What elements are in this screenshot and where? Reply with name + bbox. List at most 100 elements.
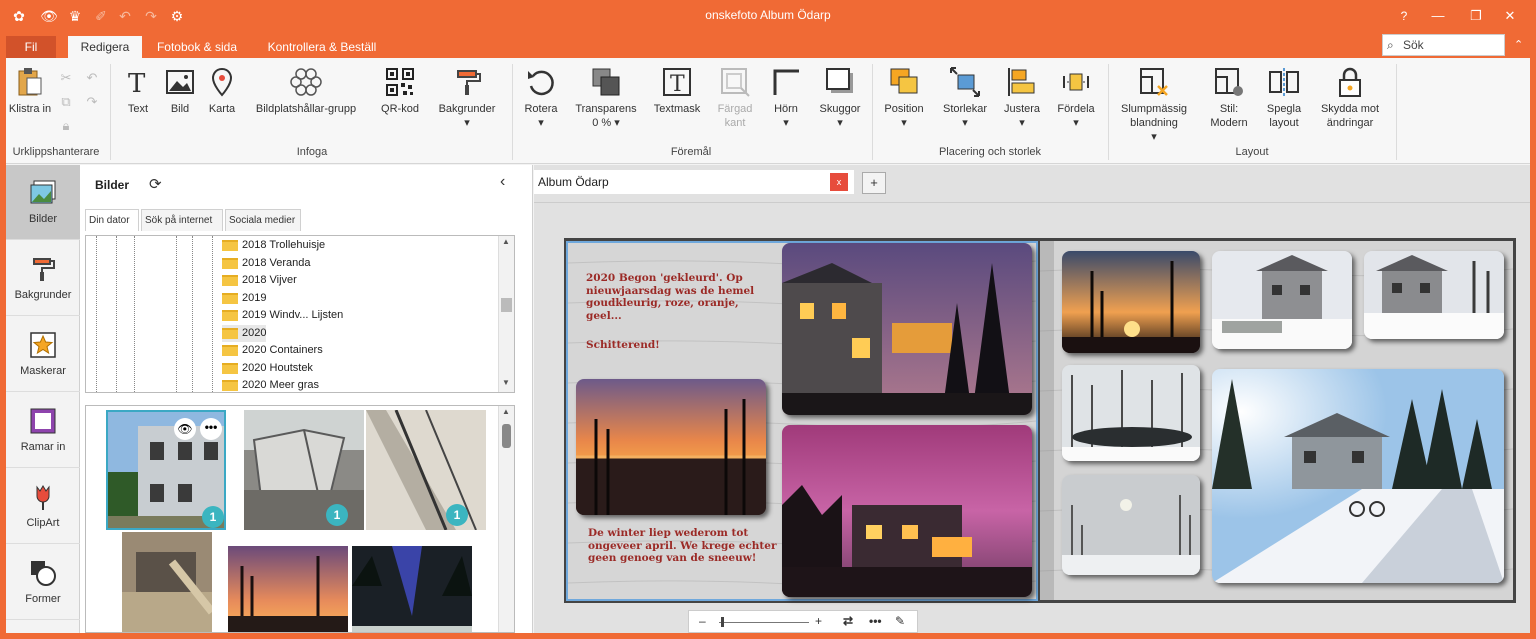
swap-pages-icon[interactable]: ⇄ xyxy=(843,614,853,628)
thumbnail-6[interactable] xyxy=(352,546,472,632)
refresh-icon[interactable]: ⟳ xyxy=(149,175,162,193)
page-text-top[interactable]: 2020 Begon 'gekleurd'. Op nieuwjaarsdag … xyxy=(586,272,766,322)
map-button[interactable]: Karta xyxy=(202,66,242,116)
rotate-dropdown-icon: ▾ xyxy=(538,117,544,129)
redo-small-icon[interactable]: ↷ xyxy=(84,94,100,110)
cut-icon[interactable]: ✂ xyxy=(58,70,74,86)
protect-button[interactable]: Skydda mot ändringar xyxy=(1312,66,1388,130)
tab-sok-pa-internet[interactable]: Sök på internet xyxy=(141,209,223,231)
text-mask-button[interactable]: T Textmask xyxy=(650,66,704,116)
thumbnail-1[interactable]: 👁 ••• 1 xyxy=(106,410,226,530)
close-window-icon[interactable]: ✕ xyxy=(1500,6,1520,26)
thumbnail-4[interactable] xyxy=(122,532,212,632)
position-button[interactable]: Position ▾ xyxy=(878,66,930,130)
help-icon[interactable]: ? xyxy=(1394,6,1414,26)
image-icon xyxy=(166,70,194,94)
nav-bakgrunder[interactable]: Bakgrunder xyxy=(6,241,80,316)
zoom-out-button[interactable]: – xyxy=(699,614,706,628)
rotate-button[interactable]: Rotera ▾ xyxy=(518,66,564,130)
folder-item[interactable]: 2019 xyxy=(222,290,266,307)
placeholder-group-button[interactable]: Bildplatshållar-grupp xyxy=(248,66,364,116)
add-document-button[interactable]: + xyxy=(862,172,886,194)
copy-icon[interactable]: ⧉ xyxy=(58,94,74,110)
thumbnail-5[interactable] xyxy=(228,546,348,632)
paste-button[interactable]: Klistra in xyxy=(8,66,52,116)
document-tab[interactable]: Album Ödarp xyxy=(534,170,854,194)
photo-house-dusk[interactable] xyxy=(782,425,1032,597)
align-button[interactable]: Justera ▾ xyxy=(998,66,1046,130)
more-icon[interactable]: ••• xyxy=(869,614,882,628)
tree-scroll-thumb[interactable] xyxy=(501,298,512,312)
photo-winter-sunset[interactable] xyxy=(1062,251,1200,353)
corners-label: Hörn xyxy=(774,103,798,115)
folder-item[interactable]: 2020 Containers xyxy=(222,342,323,359)
corners-button[interactable]: Hörn ▾ xyxy=(766,66,806,130)
minimize-icon[interactable]: — xyxy=(1428,6,1448,26)
nav-maskerar[interactable]: Maskerar xyxy=(6,317,80,392)
distribute-button[interactable]: Fördela ▾ xyxy=(1052,66,1100,130)
photo-winter-moon[interactable] xyxy=(1062,475,1200,575)
photo-snow-house-1[interactable] xyxy=(1212,251,1352,349)
restore-icon[interactable]: ❐ xyxy=(1466,6,1486,26)
backgrounds-button[interactable]: Bakgrunder ▾ xyxy=(432,66,502,130)
right-page[interactable] xyxy=(1040,241,1513,600)
nav-clipart[interactable]: ClipArt xyxy=(6,469,80,544)
page-text-bottom[interactable]: De winter liep wederom tot ongeveer apri… xyxy=(588,527,778,565)
folder-item[interactable]: 2020 Meer gras xyxy=(222,377,319,392)
colored-edge-label: Färgad kant xyxy=(717,103,753,129)
tab-fil[interactable]: Fil xyxy=(6,36,56,58)
nav-former[interactable]: Former xyxy=(6,545,80,620)
zoom-slider-track[interactable] xyxy=(719,622,809,623)
folder-item[interactable]: 2018 Vijver xyxy=(222,272,297,289)
tab-kontrollera-bestall[interactable]: Kontrollera & Beställ xyxy=(252,36,392,58)
preview-eye-icon[interactable]: 👁 xyxy=(174,418,196,440)
nav-ramar-in[interactable]: Ramar in xyxy=(6,393,80,468)
qr-code-button[interactable]: QR-kod xyxy=(376,66,424,116)
transparency-button[interactable]: Transparens 0 % ▾ xyxy=(572,66,640,130)
zoom-slider-thumb[interactable] xyxy=(721,617,724,627)
lock-small-icon[interactable]: 🔒︎ xyxy=(58,118,74,134)
undo-small-icon[interactable]: ↶ xyxy=(84,70,100,86)
close-document-button[interactable]: x xyxy=(830,173,848,191)
tab-din-dator[interactable]: Din dator xyxy=(85,209,139,231)
thumbnail-3[interactable]: 1 xyxy=(366,410,486,530)
search-box[interactable]: ⌕ Sök xyxy=(1382,34,1505,56)
page-text-top-2[interactable]: Schitterend! xyxy=(586,339,766,352)
tab-redigera[interactable]: Redigera xyxy=(68,36,142,58)
photo-house-evening[interactable] xyxy=(782,243,1032,415)
photo-snowy-pond[interactable] xyxy=(1062,365,1200,461)
thumbnail-scrollbar[interactable]: ▲ xyxy=(498,406,514,632)
folder-item[interactable]: 2020 Houtstek xyxy=(222,360,313,377)
shadows-button[interactable]: Skuggor ▾ xyxy=(812,66,868,130)
style-layout-icon xyxy=(1215,68,1243,96)
pin-icon[interactable]: ✎ xyxy=(895,614,905,628)
text-button[interactable]: T Text xyxy=(118,66,158,116)
sizes-button[interactable]: Storlekar ▾ xyxy=(938,66,992,130)
tree-scrollbar[interactable]: ▲ ▼ xyxy=(498,236,514,392)
collapse-panel-icon[interactable]: ‹ xyxy=(500,173,505,191)
thumbnail-2[interactable]: 1 xyxy=(244,410,364,530)
folder-item[interactable]: 2019 Windv... Lijsten xyxy=(222,307,343,324)
ribbon-collapse-icon[interactable]: ⌃ xyxy=(1514,38,1523,51)
photo-snow-house-2[interactable] xyxy=(1364,251,1504,339)
shuffle-layout-button[interactable]: Slumpmässig blandning ▾ xyxy=(1114,66,1194,144)
photo-sunset-lake[interactable] xyxy=(576,379,766,515)
zoom-in-button[interactable]: + xyxy=(815,614,822,628)
tree-guide xyxy=(176,236,177,392)
folder-item[interactable]: 2018 Veranda xyxy=(222,255,311,272)
image-button[interactable]: Bild xyxy=(160,66,200,116)
menu-tab-bar: Fil Redigera Fotobok & sida Kontrollera … xyxy=(6,32,1530,58)
left-page[interactable]: 2020 Begon 'gekleurd'. Op nieuwjaarsdag … xyxy=(566,241,1038,601)
folder-item[interactable]: 2018 Trollehuisje xyxy=(222,237,325,254)
more-options-icon[interactable]: ••• xyxy=(200,418,222,440)
thumb-scroll-thumb[interactable] xyxy=(502,424,511,448)
search-icon: ⌕ xyxy=(1387,38,1394,52)
photo-snow-road-house[interactable] xyxy=(1212,369,1504,583)
tab-fotobok-sida[interactable]: Fotobok & sida xyxy=(142,36,252,58)
colored-edge-button[interactable]: Färgad kant xyxy=(710,66,760,130)
folder-item[interactable]: 2020 xyxy=(222,324,267,342)
style-button[interactable]: Stil: Modern xyxy=(1202,66,1256,130)
nav-bilder[interactable]: Bilder xyxy=(6,165,80,240)
mirror-layout-button[interactable]: Spegla layout xyxy=(1260,66,1308,130)
tab-sociala-medier[interactable]: Sociala medier xyxy=(225,209,301,231)
